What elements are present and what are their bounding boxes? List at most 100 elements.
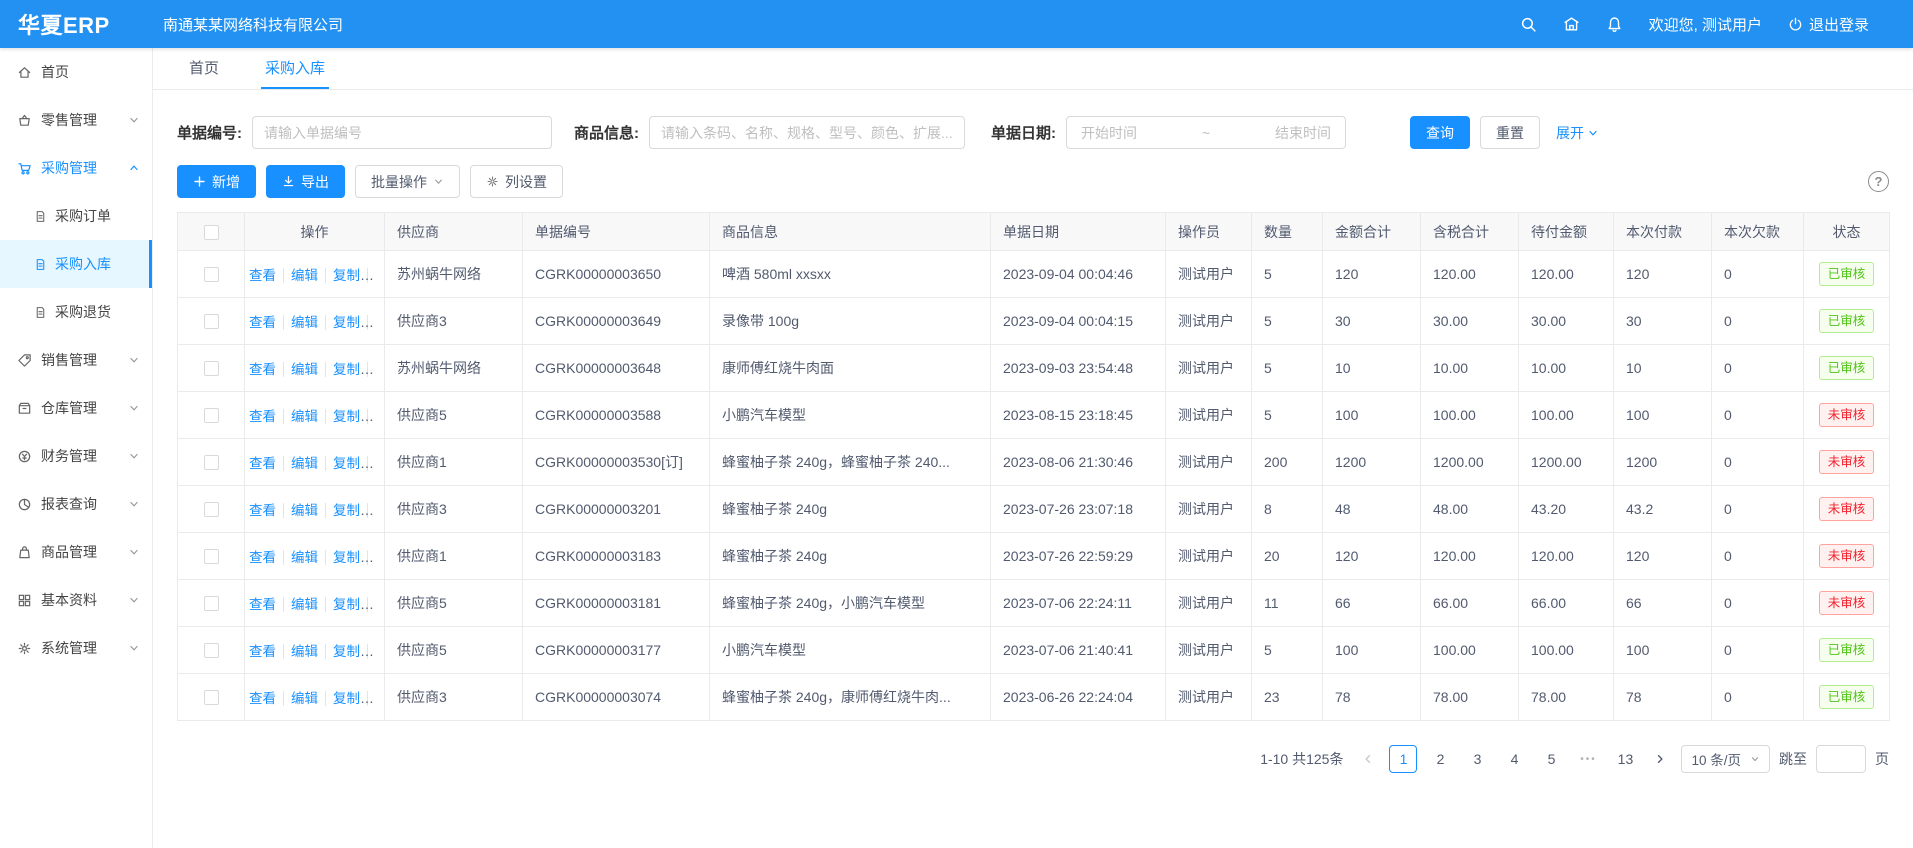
row-checkbox[interactable] [204, 643, 219, 658]
doc-no-input[interactable] [252, 116, 552, 149]
row-action-edit[interactable]: 编辑 [283, 691, 318, 706]
row-action-copy[interactable]: 复制 [325, 409, 360, 424]
row-action-copy[interactable]: 复制 [325, 550, 360, 565]
sidebar-item-purchase-return[interactable]: 采购退货 [0, 288, 152, 336]
row-action-view[interactable]: 查看 [249, 644, 276, 659]
jump-page-input[interactable] [1816, 745, 1866, 773]
row-action-copy[interactable]: 复制 [325, 268, 360, 283]
cell-paid: 120 [1614, 533, 1712, 580]
row-action-copy[interactable]: 复制 [325, 362, 360, 377]
sidebar-item-retail[interactable]: 零售管理 [0, 96, 152, 144]
row-action-view[interactable]: 查看 [249, 268, 276, 283]
row-checkbox[interactable] [204, 267, 219, 282]
sidebar-item-purchase-inbound[interactable]: 采购入库 [0, 240, 152, 288]
shop-icon[interactable] [1563, 16, 1580, 33]
product-info-input[interactable] [649, 116, 965, 149]
finance-icon [17, 449, 32, 464]
row-checkbox[interactable] [204, 314, 219, 329]
cell-product: 蜂蜜柚子茶 240g，小鹏汽车模型 [710, 580, 991, 627]
help-icon[interactable]: ? [1868, 171, 1889, 192]
row-action-view[interactable]: 查看 [249, 409, 276, 424]
search-button[interactable]: 查询 [1410, 116, 1470, 149]
power-icon [1788, 17, 1803, 32]
column-header-date: 单据日期 [991, 213, 1166, 251]
cell-checkbox [178, 486, 245, 533]
page-size-select[interactable]: 10 条/页 [1681, 745, 1770, 773]
row-action-view[interactable]: 查看 [249, 503, 276, 518]
page-button-2[interactable]: 2 [1426, 745, 1454, 773]
row-action-edit[interactable]: 编辑 [283, 644, 318, 659]
cell-amount-due: 43.20 [1519, 486, 1614, 533]
tab-purchase-inbound[interactable]: 采购入库 [261, 48, 329, 89]
next-page-button[interactable] [1648, 745, 1672, 773]
page-button-13[interactable]: 13 [1611, 745, 1639, 773]
date-range-picker[interactable]: 开始时间 ~ 结束时间 [1066, 116, 1346, 149]
row-action-edit[interactable]: 编辑 [283, 503, 318, 518]
row-action-view[interactable]: 查看 [249, 691, 276, 706]
column-header-status: 状态 [1804, 213, 1890, 251]
row-action-view[interactable]: 查看 [249, 456, 276, 471]
expand-link[interactable]: 展开 [1556, 123, 1599, 143]
row-checkbox[interactable] [204, 502, 219, 517]
row-action-view[interactable]: 查看 [249, 597, 276, 612]
prev-page-button[interactable] [1356, 745, 1380, 773]
cell-supplier: 供应商5 [385, 580, 523, 627]
sidebar-item-basedata[interactable]: 基本资料 [0, 576, 152, 624]
bell-icon[interactable] [1606, 16, 1623, 33]
cell-debt: 0 [1712, 345, 1804, 392]
row-checkbox[interactable] [204, 408, 219, 423]
row-action-edit[interactable]: 编辑 [283, 550, 318, 565]
row-action-edit[interactable]: 编辑 [283, 597, 318, 612]
row-checkbox[interactable] [204, 549, 219, 564]
row-action-edit[interactable]: 编辑 [283, 315, 318, 330]
row-action-copy[interactable]: 复制 [325, 456, 360, 471]
row-action-copy[interactable]: 复制 [325, 691, 360, 706]
row-checkbox[interactable] [204, 455, 219, 470]
cell-checkbox [178, 580, 245, 627]
row-action-copy[interactable]: 复制 [325, 503, 360, 518]
page-button-3[interactable]: 3 [1463, 745, 1491, 773]
page-button-4[interactable]: 4 [1500, 745, 1528, 773]
sidebar-item-goods[interactable]: 商品管理 [0, 528, 152, 576]
status-badge: 未审核 [1819, 497, 1875, 522]
sidebar-item-purchase[interactable]: 采购管理 [0, 144, 152, 192]
row-action-copy[interactable]: 复制 [325, 315, 360, 330]
status-badge: 已审核 [1819, 262, 1875, 287]
sidebar-item-home[interactable]: 首页 [0, 48, 152, 96]
sidebar-item-purchase-order[interactable]: 采购订单 [0, 192, 152, 240]
add-button[interactable]: 新增 [177, 165, 256, 198]
row-action-view[interactable]: 查看 [249, 315, 276, 330]
chevron-down-icon [128, 642, 140, 654]
row-action-edit[interactable]: 编辑 [283, 456, 318, 471]
row-action-view[interactable]: 查看 [249, 362, 276, 377]
row-action-copy[interactable]: 复制 [325, 644, 360, 659]
cell-operator: 测试用户 [1166, 533, 1252, 580]
page-button-5[interactable]: 5 [1537, 745, 1565, 773]
row-action-copy[interactable]: 复制 [325, 597, 360, 612]
cell-date: 2023-07-26 22:59:29 [991, 533, 1166, 580]
sidebar-item-warehouse[interactable]: 仓库管理 [0, 384, 152, 432]
column-settings-button[interactable]: 列设置 [470, 165, 563, 198]
reset-button[interactable]: 重置 [1480, 116, 1540, 149]
select-all-checkbox[interactable] [204, 225, 219, 240]
sidebar-item-finance[interactable]: 财务管理 [0, 432, 152, 480]
export-button[interactable]: 导出 [266, 165, 345, 198]
row-action-edit[interactable]: 编辑 [283, 268, 318, 283]
export-label: 导出 [301, 172, 329, 192]
row-action-edit[interactable]: 编辑 [283, 362, 318, 377]
sidebar-item-report[interactable]: 报表查询 [0, 480, 152, 528]
row-checkbox[interactable] [204, 361, 219, 376]
search-icon[interactable] [1520, 16, 1537, 33]
sidebar-item-system[interactable]: 系统管理 [0, 624, 152, 672]
logout-button[interactable]: 退出登录 [1788, 14, 1869, 35]
cell-doc-no: CGRK00000003183 [523, 533, 710, 580]
row-action-view[interactable]: 查看 [249, 550, 276, 565]
row-action-edit[interactable]: 编辑 [283, 409, 318, 424]
page-button-1[interactable]: 1 [1389, 745, 1417, 773]
row-checkbox[interactable] [204, 596, 219, 611]
tab-home[interactable]: 首页 [185, 48, 223, 89]
row-checkbox[interactable] [204, 690, 219, 705]
sidebar-item-sales[interactable]: 销售管理 [0, 336, 152, 384]
batch-actions-button[interactable]: 批量操作 [355, 165, 460, 198]
cell-operations: 查看编辑复制删除 [245, 392, 385, 439]
